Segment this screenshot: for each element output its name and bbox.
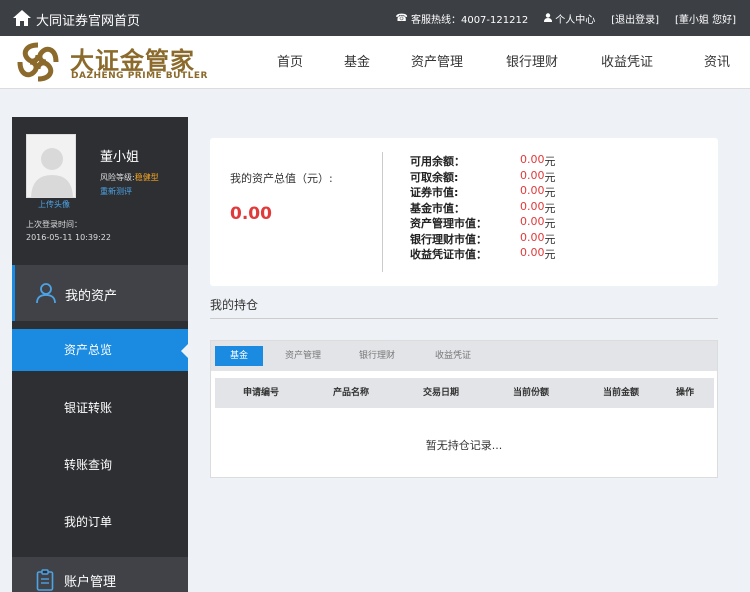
hotline-text: 客服热线：4007-121212 — [410, 15, 529, 26]
asset-row-label: 可用余额： — [410, 155, 465, 168]
column-header: 产品名称 — [332, 388, 369, 398]
asset-breakdown-list: 可用余额： 0.00 元 可取余额: 0.00 元 证券市值: 0.00 元 基金市值： 0.… — [410, 153, 710, 262]
nav-fund[interactable]: 基金 — [322, 36, 392, 89]
asset-row-label: 收益凭证市值： — [410, 248, 487, 261]
empty-state-text: 暂无持仓记录... — [425, 439, 503, 452]
holdings-table-header: 申请编号 产品名称 交易日期 当前份额 当前金额 操作 — [215, 378, 714, 408]
total-assets-value: 0.00 — [230, 204, 272, 224]
asset-row-value: 0.00 — [520, 153, 545, 166]
risk-level-value: 稳健型 — [134, 173, 159, 182]
asset-row-label: 证券市值: — [410, 186, 459, 199]
menu-account-management-label: 账户管理 — [64, 575, 117, 590]
logout-link[interactable]: [退出登录] — [611, 11, 659, 26]
total-assets-label: 我的资产总值（元）: — [230, 172, 333, 185]
brand-logo-icon[interactable] — [16, 41, 60, 83]
holdings-panel: 基金 资产管理 银行理财 收益凭证 申请编号 产品名称 交易日期 当前份额 当前… — [210, 340, 718, 478]
asset-row-unit: 元 — [544, 217, 556, 230]
nav-asset-management[interactable]: 资产管理 — [392, 36, 482, 89]
brand-name-en: DAZHENG PRIME BUTLER — [71, 71, 208, 81]
menu-account-management[interactable]: 账户管理 — [12, 557, 188, 592]
personal-center-link[interactable]: 个人中心 — [544, 11, 595, 26]
official-site-link[interactable]: 大同证券官网首页 — [36, 10, 140, 29]
user-icon — [544, 12, 553, 25]
last-login-time: 2016-05-11 10:39:22 — [26, 233, 111, 242]
last-login-label: 上次登录时间： — [26, 220, 82, 229]
divider — [382, 152, 383, 272]
avatar[interactable] — [26, 134, 76, 198]
risk-level: 风险等级:稳健型 — [100, 172, 159, 183]
asset-row-unit: 元 — [544, 201, 556, 215]
menu-my-assets[interactable]: 我的资产 — [12, 265, 188, 321]
sidebar-item-transfer-query[interactable]: 转账查询 — [12, 444, 188, 486]
asset-row-label: 可取余额: — [410, 170, 459, 184]
asset-row-unit: 元 — [544, 232, 556, 246]
user-name: 董小姐 — [100, 150, 140, 165]
sidebar-item-my-orders[interactable]: 我的订单 — [12, 501, 188, 543]
tab-fund[interactable]: 基金 — [215, 346, 263, 366]
header: 大证金管家 DAZHENG PRIME BUTLER 首页 基金 资产管理 银行… — [0, 36, 750, 89]
top-bar: 大同证券官网首页 ☎ 客服热线：4007-121212 个人中心 [退出登录] … — [0, 0, 750, 36]
clipboard-icon — [36, 569, 54, 591]
holdings-tabs: 基金 资产管理 银行理财 收益凭证 — [211, 341, 717, 371]
menu-my-assets-label: 我的资产 — [65, 289, 118, 304]
asset-row-value: 0.00 — [520, 199, 545, 213]
asset-row-unit: 元 — [544, 248, 556, 261]
greeting: [董小姐 您好] — [675, 15, 736, 26]
sidebar-item-bank-transfer[interactable]: 银证转账 — [12, 387, 188, 429]
column-header: 当前份额 — [512, 388, 549, 398]
list-item: 证券市值: 0.00 元 — [410, 184, 710, 200]
list-item: 基金市值： 0.00 元 — [410, 200, 710, 216]
top-bar-links: ☎ 客服热线：4007-121212 个人中心 [退出登录] [董小姐 您好] — [396, 11, 736, 26]
column-header: 交易日期 — [422, 388, 459, 398]
asset-row-unit: 元 — [544, 170, 556, 184]
home-icon[interactable] — [12, 9, 32, 27]
asset-row-value: 0.00 — [520, 215, 545, 228]
nav-home[interactable]: 首页 — [258, 36, 322, 89]
nav-news[interactable]: 资讯 — [672, 36, 750, 89]
phone-icon: ☎ — [395, 13, 408, 24]
tab-asset-management[interactable]: 资产管理 — [271, 346, 335, 366]
tab-income-certificate[interactable]: 收益凭证 — [421, 346, 485, 366]
list-item: 可用余额： 0.00 元 — [410, 153, 710, 169]
list-item: 可取余额: 0.00 元 — [410, 169, 710, 185]
person-icon — [36, 283, 56, 304]
asset-row-label: 银行理财市值： — [410, 232, 487, 246]
hotline: ☎ 客服热线：4007-121212 — [396, 11, 529, 26]
asset-row-value: 0.00 — [520, 230, 545, 244]
list-item: 资产管理市值： 0.00 元 — [410, 215, 710, 231]
nav-income-certificate[interactable]: 收益凭证 — [582, 36, 672, 89]
list-item: 收益凭证市值： 0.00 元 — [410, 246, 710, 262]
nav-bank-wealth[interactable]: 银行理财 — [482, 36, 582, 89]
asset-row-unit: 元 — [544, 155, 556, 168]
column-header: 当前金额 — [602, 388, 639, 398]
avatar-placeholder-icon — [27, 135, 75, 197]
asset-row-value: 0.00 — [520, 184, 545, 197]
upload-avatar-link[interactable]: 上传头像 — [38, 199, 70, 210]
asset-row-value: 0.00 — [520, 168, 545, 182]
profile-panel: 上传头像 董小姐 风险等级:稳健型 重新测评 上次登录时间： 2016-05-1… — [12, 117, 188, 265]
holdings-title: 我的持仓 — [210, 298, 259, 312]
divider — [210, 318, 718, 319]
asset-row-label: 基金市值： — [410, 201, 465, 215]
list-item: 银行理财市值： 0.00 元 — [410, 231, 710, 247]
retest-link[interactable]: 重新测评 — [100, 186, 132, 197]
asset-row-value: 0.00 — [520, 246, 545, 259]
column-header: 操作 — [675, 388, 694, 398]
asset-row-label: 资产管理市值： — [410, 217, 487, 230]
sidebar: 上传头像 董小姐 风险等级:稳健型 重新测评 上次登录时间： 2016-05-1… — [12, 117, 188, 592]
personal-center-text: 个人中心 — [555, 15, 596, 26]
column-header: 申请编号 — [242, 388, 279, 398]
tab-bank-wealth[interactable]: 银行理财 — [345, 346, 409, 366]
main-nav: 首页 基金 资产管理 银行理财 收益凭证 资讯 — [258, 36, 750, 89]
asset-summary-card: 我的资产总值（元）: 0.00 可用余额： 0.00 元 可取余额: 0.00 元 证券… — [210, 138, 718, 286]
risk-label: 风险等级: — [100, 173, 135, 182]
asset-row-unit: 元 — [544, 186, 556, 199]
sidebar-item-asset-overview[interactable]: 资产总览 — [12, 329, 188, 371]
